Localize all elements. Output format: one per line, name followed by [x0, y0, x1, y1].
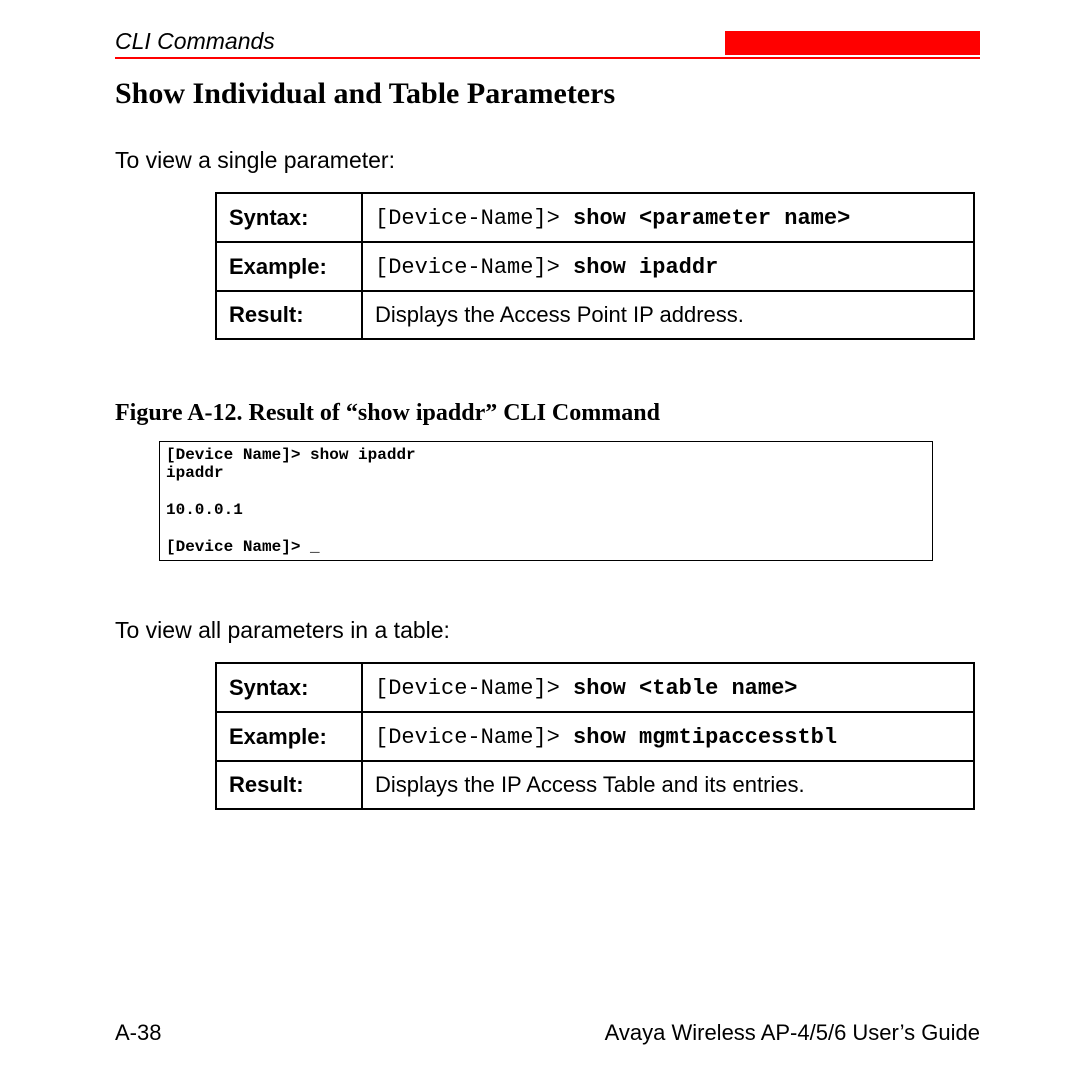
syntax-cmd: show <parameter name>	[560, 206, 850, 231]
table-all-params: Syntax: [Device-Name]> show <table name>…	[215, 662, 975, 810]
cell-syntax-value: [Device-Name]> show <parameter name>	[362, 193, 974, 242]
example-cmd: show ipaddr	[560, 255, 718, 280]
page-footer: A-38 Avaya Wireless AP-4/5/6 User’s Guid…	[115, 1020, 980, 1046]
cell-result-label: Result:	[216, 291, 362, 339]
cell-example-label: Example:	[216, 242, 362, 291]
cell-example-value: [Device-Name]> show ipaddr	[362, 242, 974, 291]
example-prefix: [Device-Name]>	[375, 255, 560, 280]
figure-caption: Figure A-12. Result of “show ipaddr” CLI…	[115, 400, 980, 427]
cell-example-value: [Device-Name]> show mgmtipaccesstbl	[362, 712, 974, 761]
syntax-cmd: show <table name>	[560, 676, 798, 701]
terminal-output: [Device Name]> show ipaddr ipaddr 10.0.0…	[159, 441, 933, 561]
header-rule	[115, 57, 980, 59]
table-row: Example: [Device-Name]> show ipaddr	[216, 242, 974, 291]
example-prefix: [Device-Name]>	[375, 725, 560, 750]
cell-result-value: Displays the IP Access Table and its ent…	[362, 761, 974, 809]
header-section: CLI Commands	[115, 28, 275, 55]
syntax-prefix: [Device-Name]>	[375, 676, 560, 701]
table-row: Syntax: [Device-Name]> show <table name>	[216, 663, 974, 712]
table-row: Result: Displays the IP Access Table and…	[216, 761, 974, 809]
intro-table-param: To view all parameters in a table:	[115, 617, 980, 644]
page-header: CLI Commands	[115, 28, 980, 55]
syntax-prefix: [Device-Name]>	[375, 206, 560, 231]
example-cmd: show mgmtipaccesstbl	[560, 725, 837, 750]
header-red-bar	[725, 31, 980, 55]
table-single-param: Syntax: [Device-Name]> show <parameter n…	[215, 192, 975, 340]
cell-result-label: Result:	[216, 761, 362, 809]
footer-page-number: A-38	[115, 1020, 161, 1046]
table-row: Result: Displays the Access Point IP add…	[216, 291, 974, 339]
section-title: Show Individual and Table Parameters	[115, 77, 980, 111]
cell-syntax-label: Syntax:	[216, 663, 362, 712]
table-row: Syntax: [Device-Name]> show <parameter n…	[216, 193, 974, 242]
cell-example-label: Example:	[216, 712, 362, 761]
intro-single-param: To view a single parameter:	[115, 147, 980, 174]
cell-syntax-value: [Device-Name]> show <table name>	[362, 663, 974, 712]
table-row: Example: [Device-Name]> show mgmtipacces…	[216, 712, 974, 761]
footer-guide-name: Avaya Wireless AP-4/5/6 User’s Guide	[605, 1020, 980, 1046]
cell-syntax-label: Syntax:	[216, 193, 362, 242]
cell-result-value: Displays the Access Point IP address.	[362, 291, 974, 339]
